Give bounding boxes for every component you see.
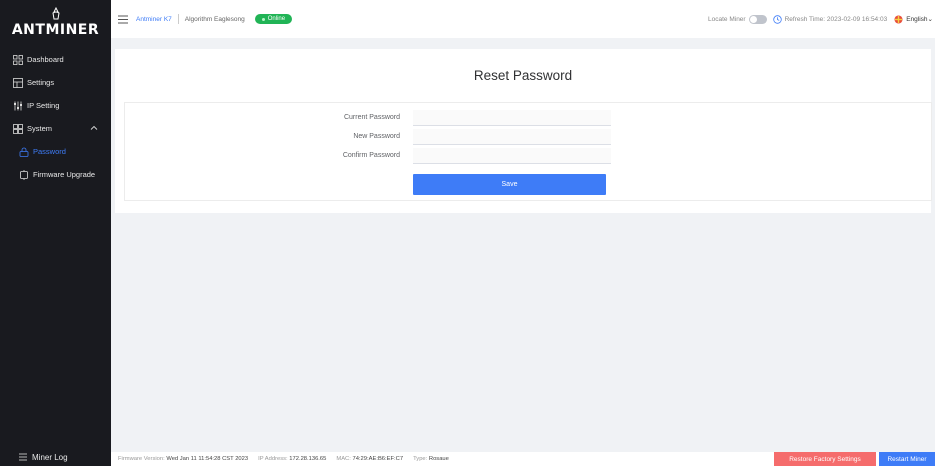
firmware-version-value: Wed Jan 11 11:54:28 CST 2023 bbox=[166, 456, 249, 462]
ant-logo-icon bbox=[51, 6, 60, 19]
sidebar-item-label: Firmware Upgrade bbox=[33, 170, 96, 179]
sidebar-item-label: Dashboard bbox=[27, 55, 64, 64]
sidebar-item-system[interactable]: System bbox=[0, 117, 111, 140]
status-footer: Firmware Version: Wed Jan 11 11:54:28 CS… bbox=[111, 452, 935, 466]
miner-type: Type: Rosaue bbox=[413, 456, 449, 462]
firmware-version-label: Firmware Version: bbox=[118, 456, 165, 462]
refresh-time[interactable]: Refresh Time: 2023-02-09 16:54:03 bbox=[772, 14, 888, 24]
status-badge: Online bbox=[254, 14, 293, 24]
sidebar-item-label: Password bbox=[33, 147, 66, 156]
sidebar-item-label: Settings bbox=[27, 78, 55, 87]
globe-icon bbox=[894, 15, 903, 24]
reset-password-panel: Reset Password Current Password New Pass… bbox=[115, 49, 932, 213]
sidebar-nav: Dashboard Settings IP Setting System Pas… bbox=[0, 48, 111, 186]
confirm-password-input[interactable] bbox=[413, 148, 611, 164]
firmware-icon bbox=[19, 169, 29, 180]
page-title: Reset Password bbox=[473, 68, 573, 83]
lock-icon bbox=[19, 147, 29, 157]
logo: ANTMINER bbox=[0, 0, 111, 44]
new-password-input[interactable] bbox=[413, 129, 611, 145]
algorithm-label: Algorithm Eaglesong bbox=[184, 15, 245, 23]
save-button[interactable]: Save bbox=[413, 174, 606, 195]
log-icon bbox=[18, 452, 28, 462]
password-form: Current Password New Password Confirm Pa… bbox=[124, 102, 932, 201]
ip-setting-icon bbox=[13, 101, 23, 111]
header-right: Locate Miner Refresh Time: 2023-02-09 16… bbox=[708, 0, 935, 38]
clock-icon bbox=[772, 14, 782, 24]
miner-model: Antminer K7 bbox=[136, 15, 172, 23]
sidebar-item-label: System bbox=[27, 124, 53, 133]
mac-address-value: 74:29:AE:B6:EF:C7 bbox=[352, 456, 404, 462]
sidebar-item-ip-setting[interactable]: IP Setting bbox=[0, 94, 111, 117]
system-icon bbox=[13, 123, 23, 134]
refresh-time-text: Refresh Time: 2023-02-09 16:54:03 bbox=[784, 15, 888, 23]
ip-address-label: IP Address: bbox=[258, 456, 288, 462]
mac-address-label: MAC: bbox=[336, 456, 351, 462]
confirm-password-label: Confirm Password bbox=[342, 152, 400, 159]
status-dot-icon bbox=[261, 17, 265, 21]
current-password-input[interactable] bbox=[413, 110, 611, 126]
sidebar-item-firmware-upgrade[interactable]: Firmware Upgrade bbox=[0, 163, 111, 186]
mac-address: MAC: 74:29:AE:B6:EF:C7 bbox=[336, 456, 403, 462]
miner-log-label: Miner Log bbox=[32, 452, 68, 462]
sidebar-item-password[interactable]: Password bbox=[0, 140, 111, 163]
miner-type-value: Rosaue bbox=[428, 456, 449, 462]
sidebar-item-settings[interactable]: Settings bbox=[0, 71, 111, 94]
header-divider bbox=[177, 14, 179, 24]
chevron-down-icon: ⌄ bbox=[927, 16, 933, 23]
sidebar-item-dashboard[interactable]: Dashboard bbox=[0, 48, 111, 71]
top-header: Antminer K7 Algorithm Eaglesong Online L… bbox=[111, 0, 935, 38]
restart-miner-button[interactable]: Restart Miner bbox=[879, 452, 935, 466]
firmware-version: Firmware Version: Wed Jan 11 11:54:28 CS… bbox=[118, 456, 248, 462]
miner-log-link[interactable]: Miner Log bbox=[0, 448, 111, 466]
miner-type-label: Type: bbox=[413, 456, 428, 462]
logo-text: ANTMINER bbox=[11, 21, 100, 38]
sidebar: ANTMINER Dashboard Settings IP Setting S… bbox=[0, 0, 111, 466]
menu-toggle-icon[interactable] bbox=[118, 15, 128, 24]
current-password-row: Current Password bbox=[125, 110, 931, 126]
locate-miner-toggle[interactable] bbox=[748, 14, 767, 24]
restore-factory-settings-button[interactable]: Restore Factory Settings bbox=[774, 452, 876, 466]
status-text: Online bbox=[267, 16, 286, 22]
dashboard-icon bbox=[13, 54, 23, 65]
confirm-password-row: Confirm Password bbox=[125, 148, 931, 164]
language-text: English bbox=[906, 15, 928, 23]
language-selector[interactable]: English ⌄ bbox=[894, 15, 933, 24]
ip-address: IP Address: 172.28.136.65 bbox=[258, 456, 326, 462]
settings-icon bbox=[13, 77, 23, 88]
current-password-label: Current Password bbox=[343, 114, 400, 121]
chevron-up-icon bbox=[90, 125, 98, 130]
locate-miner-label: Locate Miner bbox=[708, 15, 746, 23]
sidebar-item-label: IP Setting bbox=[27, 101, 60, 110]
ip-address-value: 172.28.136.65 bbox=[289, 456, 327, 462]
new-password-row: New Password bbox=[125, 129, 931, 145]
new-password-label: New Password bbox=[353, 133, 400, 140]
